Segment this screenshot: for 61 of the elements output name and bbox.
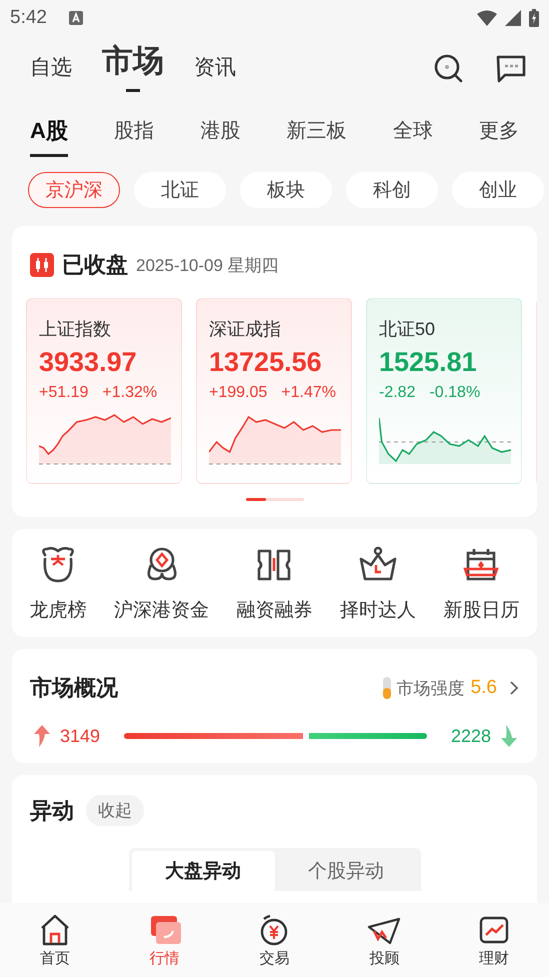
- market-tab[interactable]: 全球: [392, 107, 433, 155]
- status-time: 5:42: [10, 7, 47, 29]
- segment-tab[interactable]: 大盘异动: [132, 851, 274, 891]
- index-change: +199.05: [209, 384, 268, 402]
- nav-tab[interactable]: 交易: [234, 912, 314, 968]
- market-tab[interactable]: 股指: [114, 107, 154, 155]
- index-value: 3933.97: [39, 347, 138, 378]
- rising-count: 3149: [60, 726, 102, 746]
- notification-icon: [68, 11, 83, 25]
- index-card[interactable]: 北证50 1525.81 -2.82 -0.18%: [366, 298, 522, 484]
- down-arrow-icon: [501, 725, 517, 747]
- index-percent: -0.18%: [429, 384, 480, 402]
- index-name: 上证指数: [39, 318, 112, 341]
- filter-chip[interactable]: 京沪深: [28, 172, 120, 208]
- filter-chip[interactable]: 板块: [240, 172, 332, 208]
- market-strength-link[interactable]: 市场强度 5.6: [382, 676, 519, 700]
- trading-date: 2025-10-09 星期四: [136, 254, 279, 276]
- index-value: 1525.81: [379, 347, 478, 378]
- wifi-icon: [477, 10, 497, 26]
- search-icon[interactable]: [433, 53, 465, 85]
- header-tab[interactable]: 资讯: [194, 53, 236, 85]
- index-card[interactable]: 深证成指 13725.56 +199.05 +1.47%: [196, 298, 352, 484]
- index-percent: +1.47%: [281, 384, 336, 402]
- shortcut-button[interactable]: 融资融券: [236, 545, 312, 623]
- index-value: 13725.56: [209, 347, 323, 378]
- market-tab[interactable]: 新三板: [286, 107, 347, 155]
- filter-chip[interactable]: 北证: [134, 172, 226, 208]
- message-icon[interactable]: [495, 54, 527, 84]
- shortcut-button[interactable]: 沪深港资金: [114, 545, 210, 623]
- market-tab[interactable]: A股: [30, 106, 68, 156]
- index-card[interactable]: 上证指数 3933.97 +51.19 +1.32%: [26, 298, 182, 484]
- index-name: 深证成指: [209, 318, 282, 341]
- header-tab[interactable]: 自选: [30, 53, 72, 85]
- section-title: 市场概况: [30, 674, 118, 702]
- battery-icon: [529, 9, 539, 27]
- shortcut-button[interactable]: 新股日历: [443, 545, 520, 623]
- nav-tab[interactable]: 理财: [454, 912, 534, 968]
- nav-tab[interactable]: 投顾: [344, 912, 424, 968]
- up-arrow-icon: [34, 725, 50, 747]
- market-tab[interactable]: 更多: [478, 107, 519, 155]
- index-change: -2.82: [379, 384, 416, 402]
- shortcut-button[interactable]: 择时达人: [340, 545, 416, 623]
- section-title: 异动: [30, 796, 74, 824]
- nav-tab[interactable]: 首页: [14, 912, 95, 968]
- filter-chip[interactable]: 创业: [452, 172, 544, 208]
- nav-tab[interactable]: 行情: [124, 912, 205, 968]
- index-percent: +1.32%: [102, 384, 158, 402]
- shortcut-button[interactable]: 龙虎榜: [30, 545, 87, 623]
- falling-count: 2228: [450, 726, 491, 746]
- market-tab[interactable]: 港股: [200, 107, 240, 155]
- chevron-right-icon: [509, 680, 519, 696]
- collapse-button[interactable]: 收起: [86, 795, 144, 826]
- page-indicator: [246, 498, 304, 501]
- filter-chip[interactable]: 科创: [346, 172, 438, 208]
- market-status: 已收盘: [62, 251, 128, 279]
- index-name: 北证50: [379, 318, 436, 341]
- thermometer-icon: [382, 677, 391, 699]
- index-change: +51.19: [39, 384, 88, 402]
- segment-tab[interactable]: 个股异动: [274, 851, 418, 891]
- signal-icon: [505, 10, 521, 26]
- candlestick-icon: [30, 253, 54, 277]
